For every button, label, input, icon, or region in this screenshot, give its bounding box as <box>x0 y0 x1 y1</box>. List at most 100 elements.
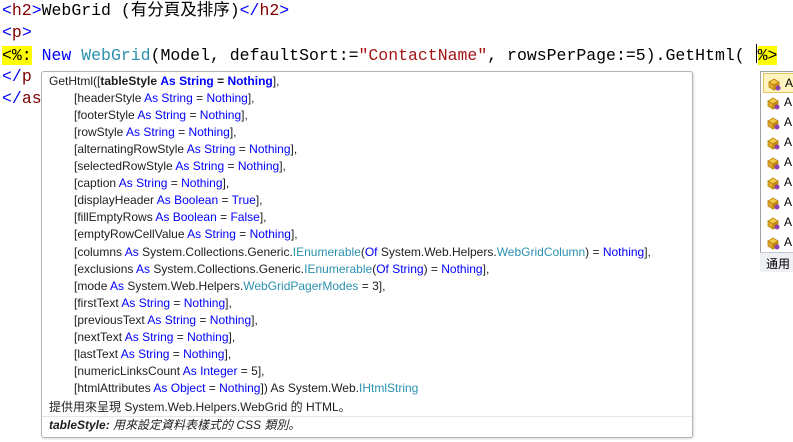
param-name: footerStyle <box>77 108 135 122</box>
param-doc-name: tableStyle: <box>49 418 110 432</box>
param-end: ], <box>257 364 265 378</box>
extension-method-icon <box>766 196 780 210</box>
tab-common[interactable]: 通用 <box>766 255 790 272</box>
param-name: headerStyle <box>77 91 142 105</box>
param-equals: = <box>169 347 184 361</box>
param-as-keyword: As <box>155 210 170 224</box>
completion-item-label: A <box>784 175 793 189</box>
code-args: (Model, defaultSort:= <box>150 46 359 65</box>
param-namespace: System.Web.Helpers. <box>380 245 497 259</box>
completion-item[interactable]: A <box>763 73 793 93</box>
param-equals: = <box>235 227 250 241</box>
param-as-keyword: As <box>187 227 202 241</box>
signature-line: GetHtml([tableStyle As String = Nothing]… <box>49 73 279 90</box>
param-end: ], <box>259 210 267 224</box>
tag-bracket: < <box>2 1 12 20</box>
tag-name: h2 <box>11 1 32 20</box>
param-name: columns <box>77 245 123 259</box>
param-end: ], <box>225 296 232 310</box>
param-default: Nothing <box>181 176 223 190</box>
completion-item[interactable]: A <box>763 153 793 173</box>
signature-line: [caption As String = Nothing], <box>74 176 230 190</box>
code-line-1[interactable]: <h2>WebGrid (有分頁及排序)</h2> <box>2 0 289 22</box>
code-line-3[interactable]: <%: New WebGrid(Model, defaultSort:="Con… <box>2 44 778 66</box>
param-equals: ) = <box>585 245 603 259</box>
param-as-keyword: As <box>153 381 168 395</box>
param-name: htmlAttributes <box>77 381 151 395</box>
completion-item[interactable]: A <box>763 93 793 113</box>
param-default: Nothing <box>249 142 291 156</box>
code-line-4[interactable]: </p <box>2 66 32 88</box>
signature-line: [displayHeader As Boolean = True], <box>74 193 263 207</box>
param-equals: = <box>186 108 200 122</box>
param-end: ], <box>644 245 651 259</box>
completion-item-label: A <box>784 195 793 209</box>
completion-list[interactable]: AAAAAAAAA <box>760 71 793 272</box>
code-line-5[interactable]: </as <box>2 88 42 110</box>
param-name: alternatingRowStyle <box>77 142 185 156</box>
param-default: Nothing <box>237 159 280 173</box>
param-type: String <box>392 262 424 276</box>
completion-item[interactable]: A <box>763 173 793 193</box>
completion-item[interactable]: A <box>763 213 793 233</box>
param-default: Nothing <box>199 108 242 122</box>
param-as-keyword: As <box>160 74 176 88</box>
param-end: ], <box>290 227 298 241</box>
param-as-keyword: As <box>124 245 139 259</box>
param-type: String <box>142 330 174 344</box>
param-end: ], <box>290 142 298 156</box>
extension-method-icon <box>766 216 780 230</box>
param-equals: = <box>167 176 182 190</box>
parameter-info-tooltip: GetHtml([tableStyle As String = Nothing]… <box>41 71 693 438</box>
param-default: Nothing <box>188 125 230 139</box>
param-name: firstText <box>77 296 119 310</box>
signature-line-columns: [columns As System.Collections.Generic.I… <box>74 245 651 259</box>
param-type: String <box>143 125 175 139</box>
param-default: True <box>231 193 256 207</box>
param-type: String <box>161 91 193 105</box>
param-name: rowStyle <box>77 125 124 139</box>
param-end: ], <box>272 74 280 88</box>
asp-open-delimiter: <%: <box>2 46 32 65</box>
param-equals: = 5 <box>237 364 258 378</box>
signature-line: [rowStyle As String = Nothing], <box>74 125 237 139</box>
param-namespace: System.Collections.Generic. <box>142 245 293 259</box>
extension-method-icon <box>766 156 780 170</box>
param-type: IEnumerable <box>304 262 373 276</box>
completion-item[interactable]: A <box>763 193 793 213</box>
completion-item[interactable]: A <box>763 233 793 253</box>
param-as-keyword: As <box>137 108 152 122</box>
completion-item[interactable]: A <box>763 133 793 153</box>
param-default: Nothing <box>441 262 483 276</box>
current-param-name: tableStyle <box>100 74 158 88</box>
signature-line: [emptyRowCellValue As String = Nothing], <box>74 227 298 241</box>
param-equals: = <box>174 125 189 139</box>
signature-head: GetHtml([ <box>49 74 101 88</box>
extension-method-icon <box>766 116 780 130</box>
param-type: IEnumerable <box>292 245 361 259</box>
param-type: String <box>179 74 214 88</box>
param-end: ], <box>247 91 255 105</box>
extension-method-icon <box>766 236 780 250</box>
signature-line: [previousText As String = Nothing], <box>74 313 258 327</box>
keyword-new: New <box>41 46 72 65</box>
param-default: Nothing <box>183 296 226 310</box>
completion-tabs[interactable]: 通用 <box>760 252 793 272</box>
param-default: False <box>230 210 260 224</box>
param-equals: = 3], <box>358 279 386 293</box>
param-default: Nothing <box>227 74 273 88</box>
code-line-2[interactable]: <p> <box>2 22 32 44</box>
signature-line-exclusions: [exclusions As System.Collections.Generi… <box>74 262 490 276</box>
param-type: String <box>138 347 170 361</box>
signature-line: [firstText As String = Nothing], <box>74 296 232 310</box>
completion-item[interactable]: A <box>763 113 793 133</box>
param-name: caption <box>77 176 117 190</box>
param-default: Nothing <box>187 330 229 344</box>
param-name: exclusions <box>77 262 134 276</box>
param-as-keyword: As <box>110 279 125 293</box>
tag-name: p <box>11 23 22 42</box>
signature-line: [footerStyle As String = Nothing], <box>74 108 248 122</box>
param-type: WebGridPagerModes <box>243 279 359 293</box>
completion-item-label: A <box>784 215 793 229</box>
param-as-keyword: As <box>182 364 197 378</box>
